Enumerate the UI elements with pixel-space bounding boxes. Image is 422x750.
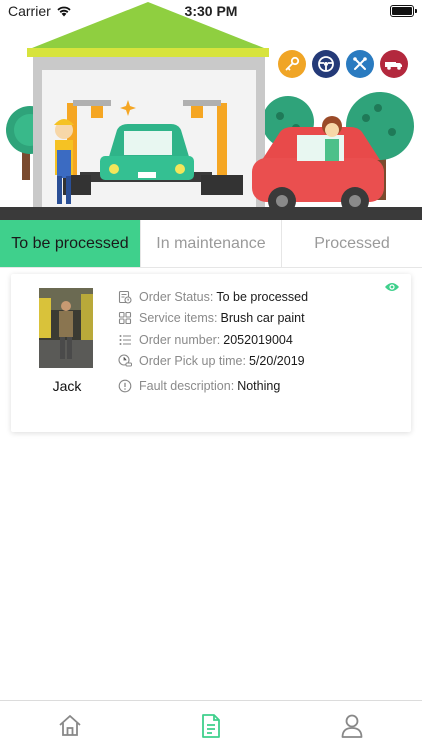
clock-car-icon (118, 354, 132, 368)
service-items-icon (118, 311, 132, 325)
order-status-value: To be processed (216, 289, 309, 304)
service-shortcuts (278, 50, 408, 78)
tab-processed[interactable]: Processed (281, 220, 422, 267)
order-status-icon (118, 290, 132, 304)
key-icon[interactable] (278, 50, 306, 78)
status-time: 3:30 PM (184, 3, 238, 19)
bottom-navigation (0, 700, 422, 750)
service-items-label: Service items: (139, 311, 218, 326)
customer-name: Jack (52, 378, 82, 394)
order-status-row: Order Status: To be processed (118, 286, 308, 308)
nav-profile[interactable] (281, 701, 422, 750)
alert-icon (118, 379, 132, 393)
tab-to-be-processed[interactable]: To be processed (0, 220, 140, 267)
customer-avatar (39, 288, 93, 368)
garage-banner (0, 0, 422, 220)
orders-icon[interactable] (199, 713, 223, 739)
order-number-row: Order number: 2052019004 (118, 329, 308, 351)
order-status-label: Order Status: (139, 289, 214, 304)
tow-truck-icon[interactable] (380, 50, 408, 78)
fault-description-value: Nothing (237, 378, 281, 393)
view-details-icon[interactable] (384, 280, 400, 298)
order-status-tabs: To be processed In maintenance Processed (0, 220, 422, 268)
pickup-time-value: 5/20/2019 (248, 354, 305, 369)
status-bar: Carrier 3:30 PM (0, 0, 422, 22)
nav-home[interactable] (0, 701, 141, 750)
order-card[interactable]: Jack Order Status: To be processed Servi… (11, 274, 411, 432)
tab-in-maintenance[interactable]: In maintenance (140, 220, 281, 267)
pickup-time-label: Order Pick up time: (139, 354, 246, 369)
order-number-value: 2052019004 (223, 332, 293, 347)
profile-icon[interactable] (340, 713, 364, 739)
tools-icon[interactable] (346, 50, 374, 78)
order-details: Order Status: To be processed Service it… (118, 286, 308, 397)
list-icon (118, 333, 132, 347)
battery-icon (390, 5, 417, 17)
home-icon[interactable] (57, 713, 83, 739)
fault-description-label: Fault description: (139, 378, 235, 393)
garage-illustration (0, 2, 422, 220)
service-items-value: Brush car paint (220, 311, 305, 326)
nav-orders[interactable] (141, 701, 282, 750)
fault-description-row: Fault description: Nothing (118, 375, 308, 397)
service-items-row: Service items: Brush car paint (118, 308, 308, 330)
steering-wheel-icon[interactable] (312, 50, 340, 78)
order-number-label: Order number: (139, 332, 221, 347)
pickup-time-row: Order Pick up time: 5/20/2019 (118, 351, 308, 373)
